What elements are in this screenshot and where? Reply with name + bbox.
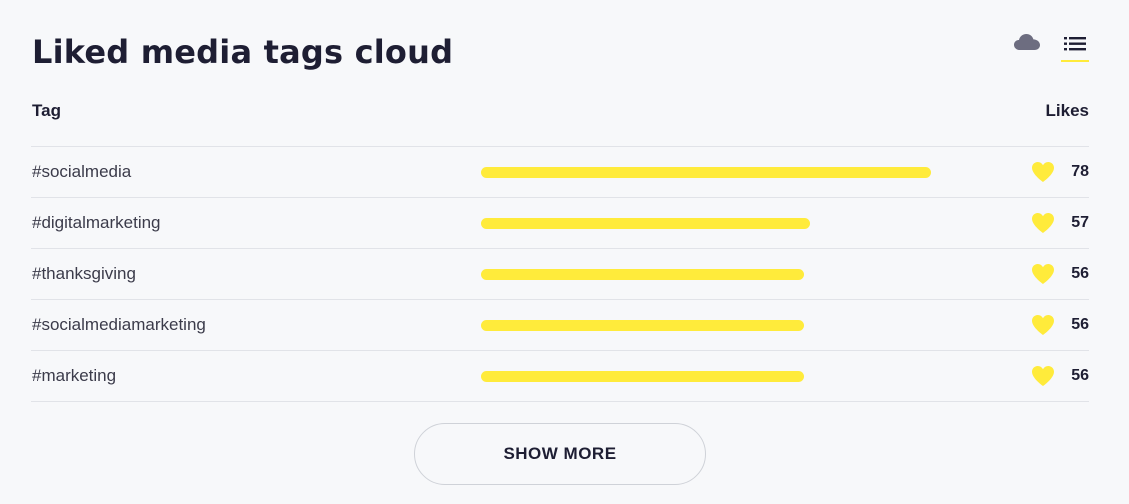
show-more-button[interactable]: SHOW MORE: [414, 423, 706, 485]
likes-bar: [481, 269, 805, 280]
likes-count: 56: [1071, 265, 1089, 282]
table-row: #socialmedia 78: [31, 147, 1089, 198]
table-row: #digitalmarketing 57: [31, 198, 1089, 249]
heart-icon: [1032, 213, 1054, 233]
heart-icon: [1032, 264, 1054, 284]
likes-bar: [481, 320, 805, 331]
likes-bar-track: [481, 218, 931, 229]
likes-bar-track: [481, 269, 931, 280]
likes-bar-track: [481, 320, 931, 331]
likes-count: 56: [1071, 367, 1089, 384]
likes-count: 78: [1071, 163, 1089, 180]
column-header-tag: Tag: [32, 101, 61, 120]
heart-icon: [1032, 315, 1054, 335]
list-view-button[interactable]: [1061, 32, 1089, 62]
likes-bar: [481, 218, 810, 229]
tag-name: #digitalmarketing: [32, 213, 161, 232]
likes-bar: [481, 167, 931, 178]
heart-icon: [1032, 162, 1054, 182]
tag-name: #socialmedia: [32, 162, 132, 181]
liked-media-tags-widget: Liked media tags cloud Tag Likes #social…: [0, 0, 1129, 504]
widget-title: Liked media tags cloud: [32, 33, 454, 71]
tag-name: #marketing: [32, 366, 117, 385]
cloud-view-button[interactable]: [1013, 32, 1041, 62]
column-header-likes: Likes: [1045, 101, 1089, 120]
tag-list: #socialmedia 78 #digitalmarketing 57 #th…: [31, 146, 1089, 402]
table-row: #thanksgiving 56: [31, 249, 1089, 300]
likes-count: 57: [1071, 214, 1089, 231]
tag-name: #socialmediamarketing: [32, 315, 206, 334]
likes-bar-track: [481, 167, 931, 178]
likes-bar: [481, 371, 805, 382]
table-row: #socialmediamarketing 56: [31, 300, 1089, 351]
table-row: #marketing 56: [31, 351, 1089, 402]
likes-count: 56: [1071, 316, 1089, 333]
list-icon: [1064, 37, 1086, 51]
view-toggle: [1013, 32, 1089, 62]
cloud-icon: [1014, 34, 1040, 50]
likes-bar-track: [481, 371, 931, 382]
heart-icon: [1032, 366, 1054, 386]
tag-name: #thanksgiving: [32, 264, 136, 283]
